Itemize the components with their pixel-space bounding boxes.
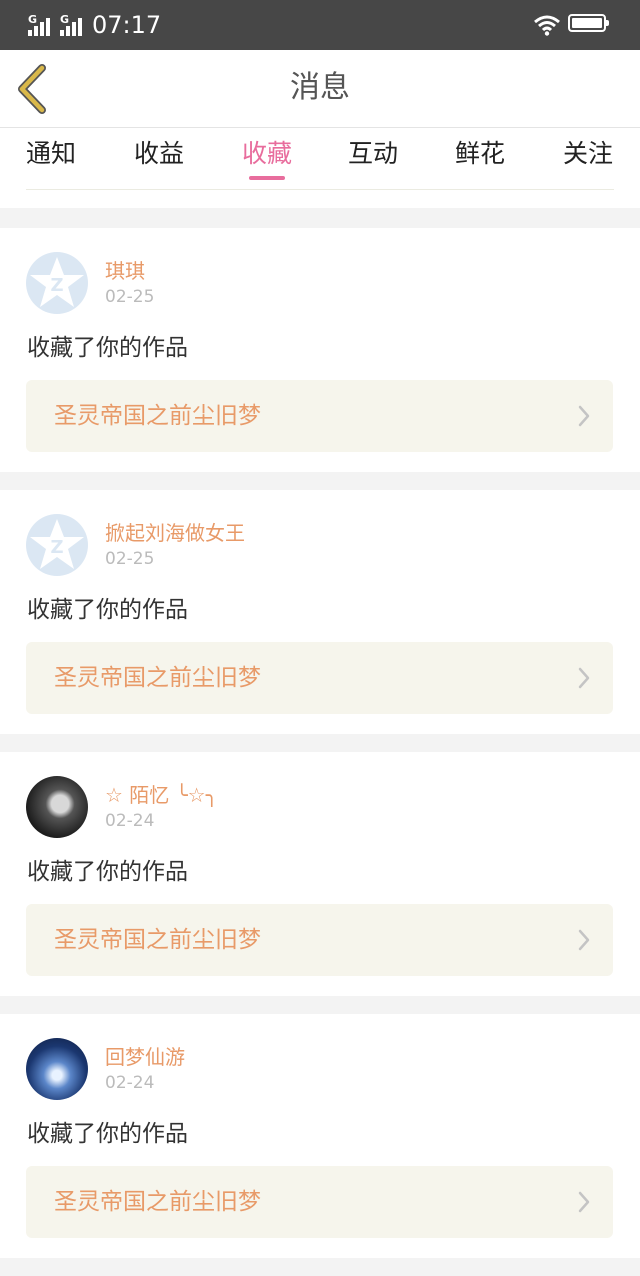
svg-text:Z: Z [50,537,63,558]
battery-icon [568,14,609,32]
message-date: 02-25 [105,287,155,307]
status-bar: G G 07:17 [0,0,640,50]
status-time: 07:17 [92,11,162,39]
message-action: 收藏了你的作品 [27,1121,188,1147]
signal-icon-2: G [60,14,86,36]
work-title: 圣灵帝国之前尘旧梦 [54,403,261,429]
photo-avatar[interactable] [26,1038,88,1100]
photo-avatar[interactable] [26,776,88,838]
list-item[interactable]: Z 掀起刘海做女王 02-25 收藏了你的作品 圣灵帝国之前尘旧梦 [0,490,640,734]
username[interactable]: 回梦仙游 [105,1042,185,1072]
work-title: 圣灵帝国之前尘旧梦 [54,1189,261,1215]
message-action: 收藏了你的作品 [27,597,188,623]
work-title: 圣灵帝国之前尘旧梦 [54,665,261,691]
page-title: 消息 [290,70,350,105]
work-link[interactable]: 圣灵帝国之前尘旧梦 [26,1166,613,1238]
work-link[interactable]: 圣灵帝国之前尘旧梦 [26,642,613,714]
work-link[interactable]: 圣灵帝国之前尘旧梦 [26,380,613,452]
list-item[interactable]: ☆ 陌忆 ╰☆╮ 02-24 收藏了你的作品 圣灵帝国之前尘旧梦 [0,752,640,996]
chevron-right-icon [578,667,590,689]
tab-favorites[interactable]: 收藏 [217,134,317,174]
list-item[interactable]: 回梦仙游 02-24 收藏了你的作品 圣灵帝国之前尘旧梦 [0,1014,640,1258]
message-date: 02-24 [105,1073,155,1093]
tab-interaction[interactable]: 互动 [323,134,423,174]
chevron-right-icon [578,929,590,951]
default-avatar-icon[interactable]: Z [26,252,88,314]
tab-notification[interactable]: 通知 [1,134,101,174]
active-tab-indicator [249,176,285,180]
tab-divider [26,189,614,190]
signal-icon: G [28,14,54,36]
work-link[interactable]: 圣灵帝国之前尘旧梦 [26,904,613,976]
message-date: 02-24 [105,811,155,831]
username[interactable]: 掀起刘海做女王 [105,518,245,548]
message-action: 收藏了你的作品 [27,859,188,885]
message-action: 收藏了你的作品 [27,335,188,361]
signal-type-label: G [28,13,38,26]
tab-flowers[interactable]: 鲜花 [430,134,530,174]
message-date: 02-25 [105,549,155,569]
chevron-right-icon [578,405,590,427]
tab-following[interactable]: 关注 [538,134,638,174]
username[interactable]: ☆ 陌忆 ╰☆╮ [105,780,218,810]
header: 消息 [0,50,640,128]
work-title: 圣灵帝国之前尘旧梦 [54,927,261,953]
wifi-icon [534,15,560,36]
chevron-right-icon [578,1191,590,1213]
list-item[interactable]: Z 琪琪 02-25 收藏了你的作品 圣灵帝国之前尘旧梦 [0,228,640,472]
tab-bar: 通知 收益 收藏 互动 鲜花 关注 [0,128,640,208]
signal-type-label: G [60,13,70,26]
username[interactable]: 琪琪 [105,256,145,286]
tab-earnings[interactable]: 收益 [109,134,209,174]
default-avatar-icon[interactable]: Z [26,514,88,576]
svg-text:Z: Z [50,275,63,296]
